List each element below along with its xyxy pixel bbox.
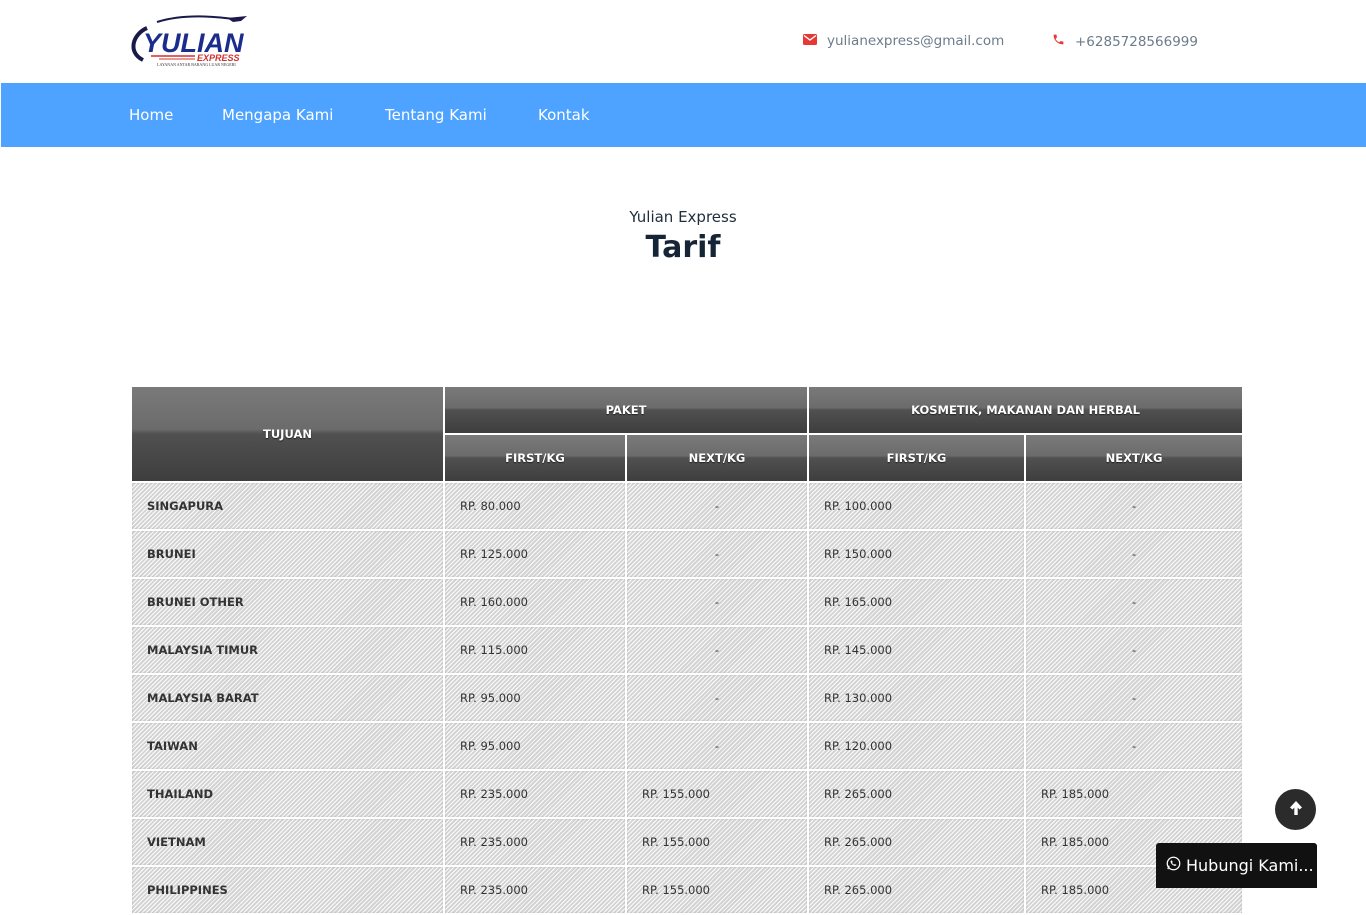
header-phone[interactable]: +6285728566999 <box>1052 33 1198 50</box>
table-row: SINGAPURA RP. 80.000- RP. 100.000- <box>132 483 1243 529</box>
nav-mengapa-kami[interactable]: Mengapa Kami <box>222 106 333 124</box>
table-row: PHILIPPINES RP. 235.000 RP. 155.000 RP. 265… <box>132 867 1243 913</box>
envelope-icon <box>803 33 817 49</box>
cell-paket-first: RP. 95.000 <box>445 723 625 769</box>
cell-paket-first: RP. 235.000 <box>445 771 625 817</box>
table-row: BRUNEI OTHER RP. 160.000- RP. 165.000- <box>132 579 1243 625</box>
cell-kosmetik-first: RP. 265.000 <box>809 771 1025 817</box>
cell-destination: VIETNAM <box>132 819 443 865</box>
cell-paket-next: RP. 155.000 <box>627 771 808 817</box>
cell-paket-next: RP. 155.000 <box>627 867 808 913</box>
section-title: Tarif <box>645 230 721 265</box>
cell-kosmetik-next: - <box>1026 723 1243 769</box>
table-row: BRUNEI RP. 125.000- RP. 150.000- <box>132 531 1243 577</box>
header-paket-next: NEXT/KG <box>627 435 808 481</box>
cell-kosmetik-first: RP. 130.000 <box>809 675 1025 721</box>
cell-kosmetik-next: - <box>1026 675 1243 721</box>
phone-icon <box>1052 33 1065 50</box>
whatsapp-contact-button[interactable]: Hubungi Kami... <box>1156 843 1317 888</box>
cell-paket-first: RP. 80.000 <box>445 483 625 529</box>
arrow-up-icon <box>1289 800 1303 820</box>
header-kosmetik-next: NEXT/KG <box>1026 435 1243 481</box>
cell-kosmetik-next: - <box>1026 627 1243 673</box>
table-row: VIETNAM RP. 235.000 RP. 155.000 RP. 265.000… <box>132 819 1243 865</box>
table-row: MALAYSIA TIMUR RP. 115.000- RP. 145.000- <box>132 627 1243 673</box>
cell-paket-first: RP. 125.000 <box>445 531 625 577</box>
cell-paket-next: - <box>627 675 808 721</box>
cell-paket-first: RP. 95.000 <box>445 675 625 721</box>
svg-text:LAYANAN ANTAR BARANG LUAR NEGE: LAYANAN ANTAR BARANG LUAR NEGERI <box>157 62 236 67</box>
tariff-table: TUJUAN PAKET KOSMETIK, MAKANAN DAN HERBA… <box>130 385 1244 915</box>
cell-paket-first: RP. 235.000 <box>445 819 625 865</box>
cell-destination: BRUNEI <box>132 531 443 577</box>
cell-kosmetik-first: RP. 265.000 <box>809 819 1025 865</box>
header-tujuan: TUJUAN <box>132 387 443 481</box>
cell-destination: MALAYSIA BARAT <box>132 675 443 721</box>
cell-destination: BRUNEI OTHER <box>132 579 443 625</box>
header-email[interactable]: yulianexpress@gmail.com <box>803 33 1004 49</box>
nav-kontak[interactable]: Kontak <box>538 106 590 124</box>
cell-kosmetik-next: - <box>1026 531 1243 577</box>
cell-kosmetik-next: - <box>1026 483 1243 529</box>
nav-home[interactable]: Home <box>129 106 173 124</box>
header-paket: PAKET <box>445 387 808 433</box>
cell-kosmetik-first: RP. 265.000 <box>809 867 1025 913</box>
tariff-rows: SINGAPURA RP. 80.000- RP. 100.000- BRUNEI R… <box>132 483 1243 913</box>
cell-paket-next: - <box>627 531 808 577</box>
table-row: TAIWAN RP. 95.000- RP. 120.000- <box>132 723 1243 769</box>
cell-kosmetik-first: RP. 165.000 <box>809 579 1025 625</box>
top-header: YULIAN EXPRESS LAYANAN ANTAR BARANG LUAR… <box>1 0 1366 83</box>
cell-destination: THAILAND <box>132 771 443 817</box>
whatsapp-icon <box>1166 856 1181 875</box>
whatsapp-label: Hubungi Kami... <box>1186 856 1314 875</box>
cell-destination: MALAYSIA TIMUR <box>132 627 443 673</box>
table-row: MALAYSIA BARAT RP. 95.000- RP. 130.000- <box>132 675 1243 721</box>
cell-destination: PHILIPPINES <box>132 867 443 913</box>
table-row: THAILAND RP. 235.000 RP. 155.000 RP. 265.00… <box>132 771 1243 817</box>
cell-kosmetik-first: RP. 150.000 <box>809 531 1025 577</box>
header-kosmetik: KOSMETIK, MAKANAN DAN HERBAL <box>809 387 1243 433</box>
cell-paket-first: RP. 235.000 <box>445 867 625 913</box>
email-text: yulianexpress@gmail.com <box>827 33 1005 49</box>
cell-kosmetik-next: RP. 185.000 <box>1026 771 1243 817</box>
cell-destination: TAIWAN <box>132 723 443 769</box>
cell-kosmetik-first: RP. 145.000 <box>809 627 1025 673</box>
logo-graphic: YULIAN EXPRESS LAYANAN ANTAR BARANG LUAR… <box>131 15 247 67</box>
header-paket-first: FIRST/KG <box>445 435 625 481</box>
cell-destination: SINGAPURA <box>132 483 443 529</box>
cell-paket-first: RP. 160.000 <box>445 579 625 625</box>
cell-paket-next: - <box>627 483 808 529</box>
section-subtitle: Yulian Express <box>629 208 737 226</box>
cell-kosmetik-next: - <box>1026 579 1243 625</box>
cell-paket-next: - <box>627 579 808 625</box>
cell-paket-next: - <box>627 723 808 769</box>
cell-paket-first: RP. 115.000 <box>445 627 625 673</box>
main-nav: Home Mengapa Kami Tentang Kami Kontak <box>1 83 1366 147</box>
scroll-top-button[interactable] <box>1275 789 1316 830</box>
cell-kosmetik-first: RP. 120.000 <box>809 723 1025 769</box>
cell-kosmetik-first: RP. 100.000 <box>809 483 1025 529</box>
site-logo[interactable]: YULIAN EXPRESS LAYANAN ANTAR BARANG LUAR… <box>129 14 251 68</box>
phone-text: +6285728566999 <box>1075 33 1198 50</box>
header-kosmetik-first: FIRST/KG <box>809 435 1025 481</box>
nav-tentang-kami[interactable]: Tentang Kami <box>385 106 487 124</box>
cell-paket-next: RP. 155.000 <box>627 819 808 865</box>
cell-paket-next: - <box>627 627 808 673</box>
